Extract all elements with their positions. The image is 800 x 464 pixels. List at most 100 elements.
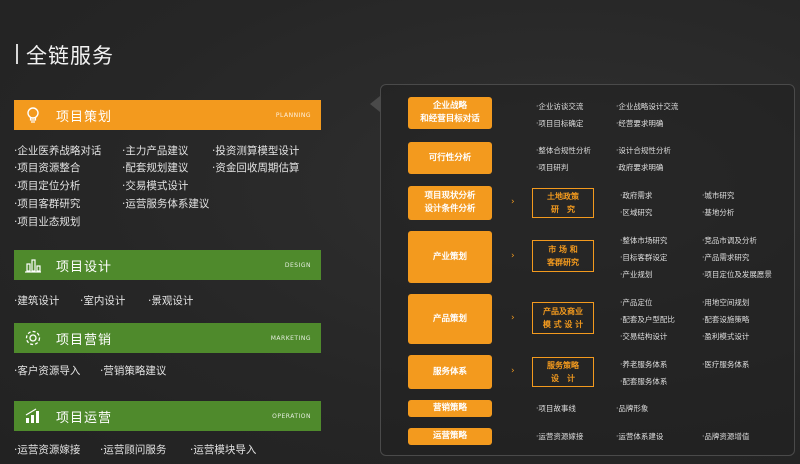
planning-item: ·项目客群研究	[14, 198, 81, 210]
category-marketing[interactable]: 项目营销 MARKETING	[14, 323, 321, 353]
flow-step-service-system[interactable]: 服务体系	[408, 355, 492, 389]
category-name: 项目策划	[56, 109, 113, 125]
flow-step-industry-planning[interactable]: 产业策划	[408, 231, 492, 283]
flow-bullet: ·运营体系建设	[616, 432, 664, 441]
flow-bullet: ·目标客群设定	[620, 253, 668, 262]
sub-label: 产品及商业	[542, 307, 583, 316]
panel-pointer	[370, 96, 380, 112]
flow-bullet: ·医疗服务体系	[702, 360, 750, 369]
planning-item: ·项目业态规划	[14, 216, 81, 228]
planning-item: ·资金回收周期估算	[212, 162, 300, 174]
category-planning[interactable]: 项目策划 PLANNING	[14, 100, 321, 130]
planning-item: ·项目定位分析	[14, 180, 81, 192]
flow-bullet: ·区域研究	[620, 208, 653, 217]
flow-bullet: ·交易结构设计	[620, 332, 668, 341]
category-en: MARKETING	[270, 334, 311, 342]
step-label: 可行性分析	[428, 152, 472, 163]
sub-step-land-policy[interactable]: 土地政策研 究	[532, 188, 594, 218]
planning-item: ·主力产品建议	[122, 145, 189, 157]
flow-bullet: ·整体市场研究	[620, 236, 668, 245]
flow-step-strategy[interactable]: 企业战略和经营目标对话	[408, 97, 492, 129]
sub-label: 客群研究	[547, 258, 579, 267]
operation-item: ·运营资源嫁接	[14, 444, 81, 456]
step-label: 营销策略	[432, 403, 467, 413]
flow-bullet: ·项目研判	[536, 163, 569, 172]
design-item: ·景观设计	[148, 295, 194, 307]
flow-step-site-analysis[interactable]: 项目现状分析 设计条件分析	[408, 186, 492, 220]
step-label: 企业战略	[432, 101, 467, 111]
planning-item: ·项目资源整合	[14, 162, 81, 174]
flow-bullet: ·盈利模式设计	[702, 332, 750, 341]
planning-item: ·交易模式设计	[122, 180, 189, 192]
sub-label: 市 场 和	[548, 245, 578, 254]
step-label: 项目现状分析	[424, 191, 476, 201]
flow-step-product-planning[interactable]: 产品策划	[408, 294, 492, 344]
flow-bullet: ·用地空间规划	[702, 298, 750, 307]
page-title: 全链服务	[26, 44, 114, 68]
operation-item: ·运营顾问服务	[100, 444, 167, 456]
category-en: OPERATION	[272, 412, 311, 420]
title-accent-bar	[16, 44, 18, 64]
step-label: 和经营目标对话	[420, 114, 480, 124]
step-label: 运营策略	[432, 431, 467, 441]
bar-chart-icon	[24, 407, 42, 425]
step-label: 产品策划	[432, 313, 467, 324]
step-label: 服务体系	[432, 366, 467, 377]
chevron-right-icon: ›	[511, 366, 515, 376]
planning-item: ·投资测算模型设计	[212, 145, 300, 157]
sub-label: 模 式 设 计	[542, 320, 584, 329]
sub-step-business-model[interactable]: 产品及商业模 式 设 计	[532, 302, 594, 334]
flow-step-operation-strategy[interactable]: 运营策略	[408, 428, 492, 445]
sub-label: 设 计	[551, 374, 575, 383]
sub-step-market-research[interactable]: 市 场 和客群研究	[532, 240, 594, 272]
flow-bullet: ·基地分析	[702, 208, 735, 217]
building-chart-icon	[24, 256, 42, 274]
operation-item: ·运营模块导入	[190, 444, 257, 456]
flow-bullet: ·配套及户型配比	[620, 315, 675, 324]
sub-label: 土地政策	[547, 192, 579, 201]
category-name: 项目营销	[56, 332, 113, 348]
chevron-right-icon: ›	[511, 251, 515, 261]
flow-bullet: ·项目目标确定	[536, 119, 584, 128]
category-operation[interactable]: 项目运营 OPERATION	[14, 401, 321, 431]
flow-bullet: ·产品定位	[620, 298, 653, 307]
category-en: PLANNING	[275, 111, 311, 119]
flow-bullet: ·产品需求研究	[702, 253, 750, 262]
flow-bullet: ·政府需求	[620, 191, 653, 200]
flow-bullet: ·配套设施策略	[702, 315, 750, 324]
flow-bullet: ·配套服务体系	[620, 377, 668, 386]
planning-item: ·企业医养战略对话	[14, 145, 102, 157]
marketing-item: ·营销策略建议	[100, 365, 167, 377]
flow-bullet: ·品牌形象	[616, 404, 649, 413]
gear-icon	[24, 329, 42, 347]
marketing-item: ·客户资源导入	[14, 365, 81, 377]
design-item: ·室内设计	[80, 295, 126, 307]
flow-bullet: ·养老服务体系	[620, 360, 668, 369]
flow-bullet: ·经营要求明确	[616, 119, 664, 128]
category-name: 项目设计	[56, 259, 113, 275]
flow-step-feasibility[interactable]: 可行性分析	[408, 142, 492, 174]
flow-bullet: ·项目故事线	[536, 404, 576, 413]
flow-bullet: ·城市研究	[702, 191, 735, 200]
flow-step-marketing-strategy[interactable]: 营销策略	[408, 400, 492, 417]
flow-bullet: ·产业规划	[620, 270, 653, 279]
flow-bullet: ·项目定位及发展愿景	[702, 270, 772, 279]
sub-step-service-strategy[interactable]: 服务策略设 计	[532, 357, 594, 387]
chevron-right-icon: ›	[511, 197, 515, 207]
design-item: ·建筑设计	[14, 295, 60, 307]
flow-bullet: ·政府要求明确	[616, 163, 664, 172]
sub-label: 服务策略	[547, 361, 579, 370]
flow-bullet: ·整体合规性分析	[536, 146, 591, 155]
chevron-right-icon: ›	[511, 313, 515, 323]
flow-bullet: ·企业战略设计交流	[616, 102, 679, 111]
sub-label: 研 究	[551, 205, 575, 214]
planning-item: ·配套规划建议	[122, 162, 189, 174]
flow-bullet: ·运营资源嫁接	[536, 432, 584, 441]
category-name: 项目运营	[56, 410, 113, 426]
planning-item: ·运营服务体系建议	[122, 198, 210, 210]
flow-bullet: ·设计合规性分析	[616, 146, 671, 155]
flow-bullet: ·品牌资源增值	[702, 432, 750, 441]
lightbulb-icon	[24, 106, 42, 124]
category-design[interactable]: 项目设计 DESIGN	[14, 250, 321, 280]
step-label: 产业策划	[432, 251, 467, 262]
